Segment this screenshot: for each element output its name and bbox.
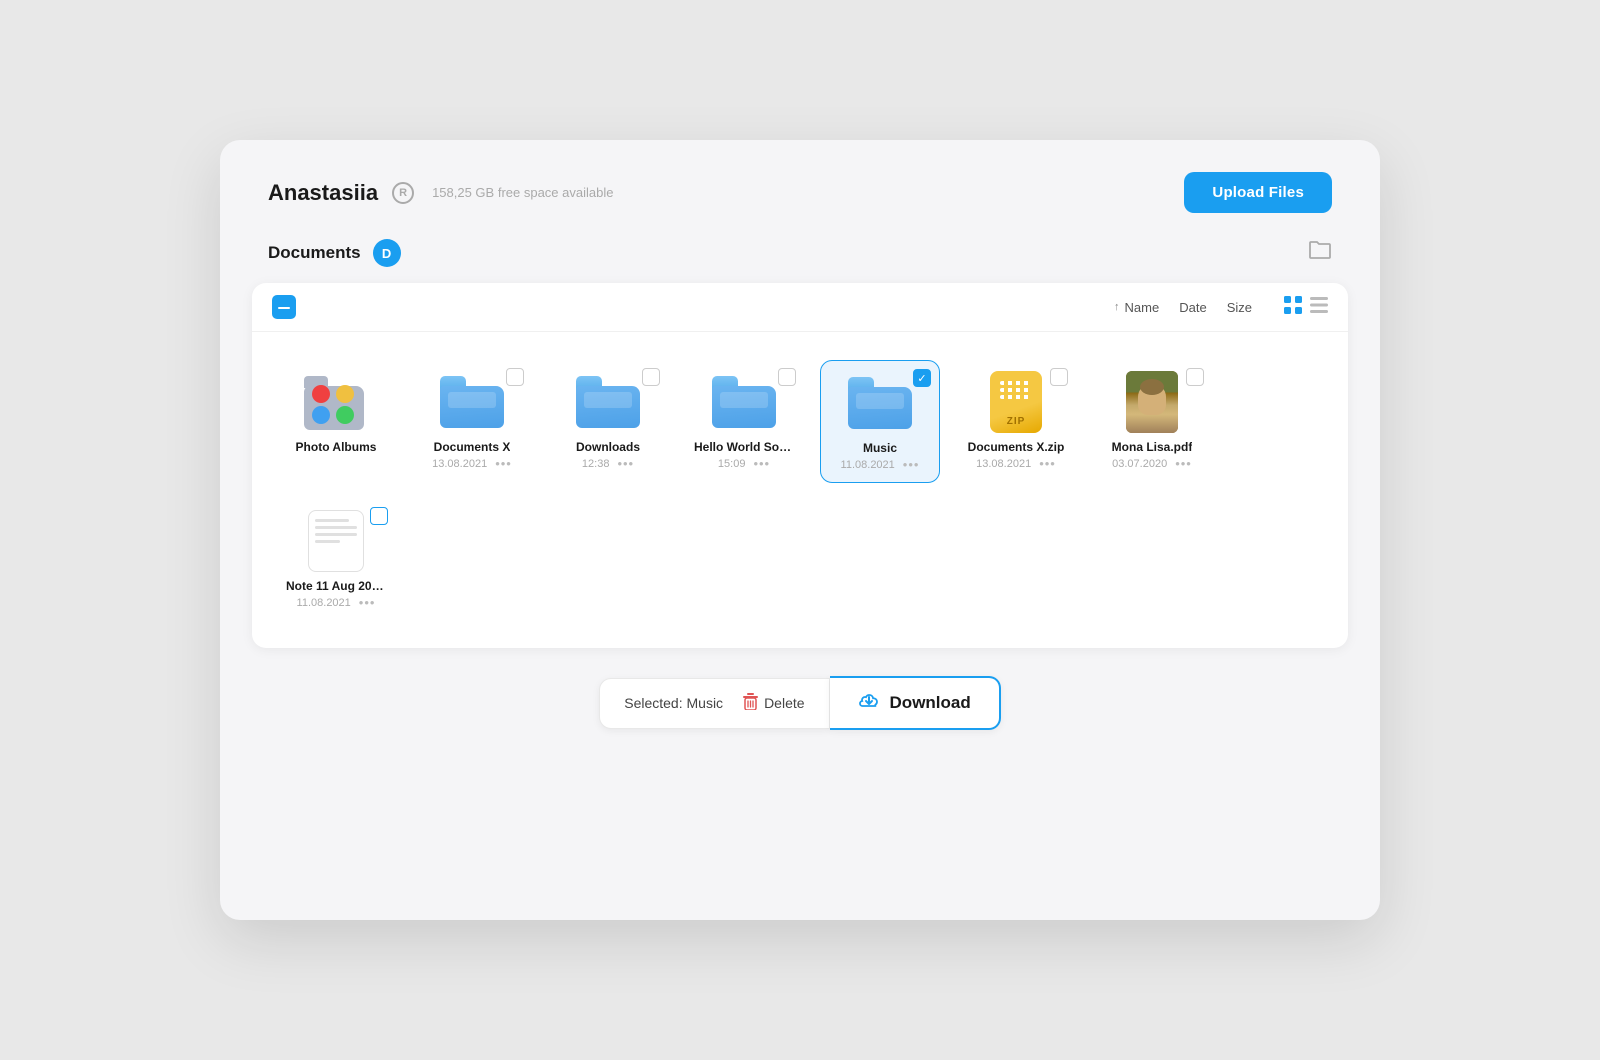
download-button[interactable]: Download xyxy=(830,676,1001,730)
file-checkbox[interactable] xyxy=(506,368,524,386)
sort-options: ↑ Name Date Size xyxy=(1114,300,1252,315)
download-label: Download xyxy=(890,693,971,713)
main-card: Anastasiia R 158,25 GB free space availa… xyxy=(220,140,1380,920)
file-options-icon[interactable]: ••• xyxy=(903,457,920,472)
file-options-icon[interactable]: ••• xyxy=(753,456,770,471)
file-checkbox[interactable] xyxy=(1050,368,1068,386)
file-name: Photo Albums xyxy=(296,440,377,454)
file-name: Hello World Sour... xyxy=(694,440,794,454)
file-date: 13.08.2021 xyxy=(976,458,1031,470)
registered-icon: R xyxy=(392,182,414,204)
sort-date-label[interactable]: Date xyxy=(1179,300,1206,315)
folder-blue-icon xyxy=(710,372,778,432)
list-view-icon[interactable] xyxy=(1310,297,1328,318)
file-date: 11.08.2021 xyxy=(297,597,351,609)
free-space-label: 158,25 GB free space available xyxy=(432,185,613,200)
file-meta-row: 12:38 ••• xyxy=(582,456,634,471)
sort-by-date[interactable]: Date xyxy=(1179,300,1206,315)
select-all-button[interactable] xyxy=(272,295,296,319)
breadcrumb-label: Documents xyxy=(268,243,361,263)
delete-label[interactable]: Delete xyxy=(764,695,804,711)
upload-files-button[interactable]: Upload Files xyxy=(1184,172,1332,213)
breadcrumb-icon: D xyxy=(373,239,401,267)
file-checkbox[interactable] xyxy=(778,368,796,386)
file-item-hello-world[interactable]: Hello World Sour... 15:09 ••• xyxy=(684,360,804,483)
breadcrumb-left: Documents D xyxy=(268,239,401,267)
file-item-mona-lisa[interactable]: Mona Lisa.pdf 03.07.2020 ••• xyxy=(1092,360,1212,483)
sort-name-label[interactable]: Name xyxy=(1125,300,1160,315)
toolbar-row: ↑ Name Date Size xyxy=(252,283,1348,332)
delete-button[interactable]: Delete xyxy=(743,693,804,714)
file-options-icon[interactable]: ••• xyxy=(495,456,512,471)
file-item-note[interactable]: Note 11 Aug 202... 11.08.2021 ••• xyxy=(276,499,396,620)
file-date: 15:09 xyxy=(718,458,746,470)
file-options-icon[interactable]: ••• xyxy=(1175,456,1192,471)
selection-info-pill: Selected: Music Delete xyxy=(599,678,829,729)
bottom-bar: Selected: Music Delete xyxy=(220,648,1380,766)
grid-view-icon[interactable] xyxy=(1284,296,1302,319)
file-date: 03.07.2020 xyxy=(1112,458,1167,470)
file-item-documents-zip[interactable]: ZIP Documents X.zip 13.08.2021 ••• xyxy=(956,360,1076,483)
pdf-file-icon xyxy=(1118,372,1186,432)
selected-label: Selected: Music xyxy=(624,695,723,711)
sort-arrow-icon: ↑ xyxy=(1114,301,1120,313)
sort-size-label[interactable]: Size xyxy=(1227,300,1252,315)
file-item-documents-x[interactable]: Documents X 13.08.2021 ••• xyxy=(412,360,532,483)
file-name: Mona Lisa.pdf xyxy=(1112,440,1193,454)
folder-blue-icon xyxy=(574,372,642,432)
file-date: 11.08.2021 xyxy=(841,459,895,471)
file-meta-row: 11.08.2021 ••• xyxy=(297,595,376,610)
file-checkbox[interactable] xyxy=(370,507,388,525)
file-browser: ↑ Name Date Size xyxy=(252,283,1348,648)
folder-open-icon[interactable] xyxy=(1308,239,1332,267)
file-checkbox[interactable] xyxy=(1186,368,1204,386)
file-checkbox-checked[interactable]: ✓ xyxy=(913,369,931,387)
folder-blue-icon xyxy=(846,373,914,433)
file-checkbox[interactable] xyxy=(642,368,660,386)
file-date: 13.08.2021 xyxy=(432,458,487,470)
zip-file-icon: ZIP xyxy=(982,372,1050,432)
sort-by-name[interactable]: ↑ Name xyxy=(1114,300,1159,315)
view-icons xyxy=(1284,296,1328,319)
file-name: Note 11 Aug 202... xyxy=(286,579,386,593)
file-name: Music xyxy=(863,441,897,455)
download-cloud-icon xyxy=(858,690,880,716)
file-meta-row: 11.08.2021 ••• xyxy=(841,457,920,472)
file-meta-row: 03.07.2020 ••• xyxy=(1112,456,1192,471)
breadcrumb-row: Documents D xyxy=(220,233,1380,283)
photo-albums-icon xyxy=(302,372,370,432)
file-item-downloads[interactable]: Downloads 12:38 ••• xyxy=(548,360,668,483)
file-date: 12:38 xyxy=(582,458,610,470)
file-options-icon[interactable]: ••• xyxy=(359,595,376,610)
file-name: Documents X.zip xyxy=(968,440,1065,454)
note-file-icon xyxy=(302,511,370,571)
file-name: Downloads xyxy=(576,440,640,454)
file-item-music[interactable]: ✓ Music 11.08.2021 ••• xyxy=(820,360,940,483)
file-meta-row: 13.08.2021 ••• xyxy=(976,456,1056,471)
files-grid: Photo Albums Documents X 13.08.2021 • xyxy=(252,332,1348,648)
file-meta-row: 15:09 ••• xyxy=(718,456,770,471)
delete-icon xyxy=(743,693,758,714)
file-options-icon[interactable]: ••• xyxy=(617,456,634,471)
folder-blue-icon xyxy=(438,372,506,432)
username: Anastasiia xyxy=(268,180,378,206)
file-item-photo-albums[interactable]: Photo Albums xyxy=(276,360,396,483)
file-name: Documents X xyxy=(434,440,511,454)
header-left: Anastasiia R 158,25 GB free space availa… xyxy=(268,180,613,206)
file-meta-row: 13.08.2021 ••• xyxy=(432,456,512,471)
file-options-icon[interactable]: ••• xyxy=(1039,456,1056,471)
sort-by-size[interactable]: Size xyxy=(1227,300,1252,315)
header: Anastasiia R 158,25 GB free space availa… xyxy=(220,140,1380,233)
